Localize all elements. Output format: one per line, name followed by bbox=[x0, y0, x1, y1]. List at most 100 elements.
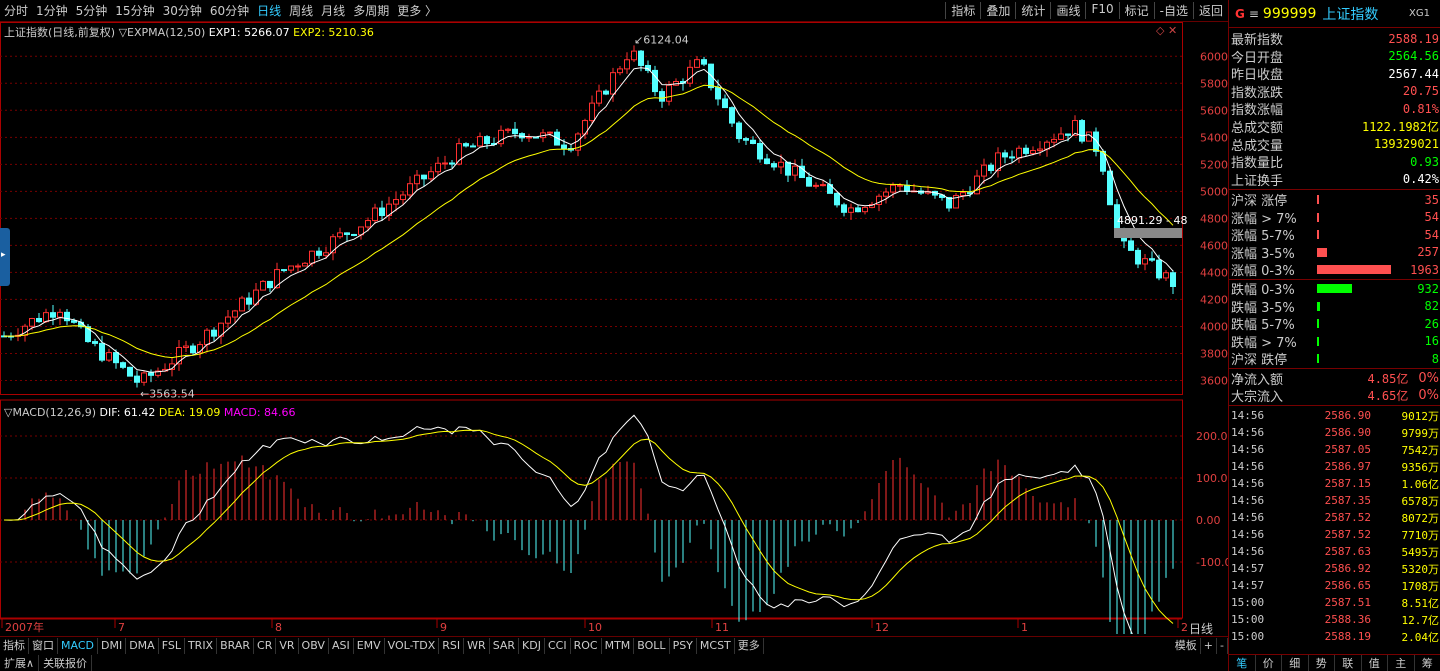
indicator-tab-23[interactable]: MCST bbox=[697, 637, 735, 654]
candle-down bbox=[1065, 133, 1071, 136]
tick-row: 14:56 2587.52 7710万 bbox=[1231, 526, 1439, 543]
stat-row: 总成交量 139329021 bbox=[1231, 136, 1439, 154]
breadth-label: 沪深 跌停 bbox=[1231, 353, 1288, 368]
candle-down bbox=[603, 90, 609, 95]
tab-timeframe-2[interactable]: 5分钟 bbox=[72, 2, 112, 19]
tool-button-2[interactable]: 统计 bbox=[1015, 2, 1050, 19]
candle-up bbox=[400, 194, 406, 201]
candle-down bbox=[281, 269, 287, 272]
candle-up bbox=[792, 165, 798, 176]
side-period-label[interactable]: 日线 bbox=[1189, 620, 1213, 637]
indicator-tab-22[interactable]: PSY bbox=[670, 637, 697, 654]
tab-timeframe-7[interactable]: 周线 bbox=[285, 2, 317, 19]
breadth-value: 54 bbox=[1424, 210, 1439, 225]
tab-timeframe-5[interactable]: 60分钟 bbox=[206, 2, 253, 19]
tick-price: 2588.19 bbox=[1324, 630, 1371, 644]
logo-icon[interactable]: G bbox=[1235, 7, 1245, 21]
candle-down bbox=[904, 184, 910, 192]
tick-price: 2586.97 bbox=[1324, 460, 1371, 474]
tool-button-6[interactable]: -自选 bbox=[1153, 2, 1193, 19]
macd-tick-label: 100.0 bbox=[1196, 472, 1228, 485]
candle-up bbox=[890, 184, 896, 193]
collapse-handle[interactable]: ▸ bbox=[0, 228, 10, 286]
indicator-tab-9[interactable]: VR bbox=[276, 637, 299, 654]
kline-chart[interactable]: 6000 5800 5600 5400 5200 5000 4800 4600 4400 4200… bbox=[0, 22, 1231, 671]
tool-button-5[interactable]: 标记 bbox=[1118, 2, 1154, 19]
tick-row: 14:56 2587.35 6578万 bbox=[1231, 492, 1439, 509]
tab-timeframe-9[interactable]: 多周期 bbox=[349, 2, 393, 19]
tab-timeframe-3[interactable]: 15分钟 bbox=[111, 2, 158, 19]
macd-tick-label: 200.0 bbox=[1196, 430, 1228, 443]
indicator-tab-11[interactable]: ASI bbox=[329, 637, 354, 654]
indicator-tab-6[interactable]: TRIX bbox=[185, 637, 218, 654]
indicator-tab-21[interactable]: BOLL bbox=[634, 637, 670, 654]
candle-down bbox=[771, 163, 777, 168]
indicator-tab-13[interactable]: VOL-TDX bbox=[385, 637, 440, 654]
indicator-tab-3[interactable]: DMI bbox=[98, 637, 127, 654]
bottom-link-1[interactable]: 关联报价 bbox=[39, 654, 93, 671]
indicator-tab-15[interactable]: WR bbox=[464, 637, 490, 654]
legend-exp2: EXP2: 5210.36 bbox=[293, 26, 374, 39]
tick-row: 14:56 2587.05 7542万 bbox=[1231, 441, 1439, 458]
xg1-tag[interactable]: XG1 bbox=[1409, 8, 1430, 19]
indicator-tab-5[interactable]: FSL bbox=[159, 637, 185, 654]
tool-button-3[interactable]: 画线 bbox=[1050, 2, 1085, 19]
indicator-tab-7[interactable]: BRAR bbox=[217, 637, 255, 654]
indicator-tab-2[interactable]: MACD bbox=[58, 637, 98, 654]
stock-name: 上证指数 bbox=[1322, 6, 1379, 23]
macd-indicator[interactable]: ▽MACD(12,26,9) bbox=[4, 406, 96, 419]
candle-down bbox=[379, 207, 385, 217]
indicator-tab-12[interactable]: EMV bbox=[354, 637, 385, 654]
indicator-tab-19[interactable]: ROC bbox=[571, 637, 602, 654]
indicator-tab-18[interactable]: CCI bbox=[545, 637, 571, 654]
template-control-2[interactable]: - bbox=[1217, 637, 1228, 654]
indicator-tab-10[interactable]: OBV bbox=[299, 637, 329, 654]
tab-timeframe-10[interactable]: 更多 〉 bbox=[393, 2, 441, 19]
indicator-tab-0[interactable]: 指标 bbox=[0, 637, 29, 654]
tick-price: 2586.92 bbox=[1324, 562, 1371, 576]
indicator-tab-24[interactable]: 更多 bbox=[735, 637, 764, 654]
candle-up bbox=[204, 329, 210, 346]
tab-timeframe-0[interactable]: 分时 bbox=[0, 2, 32, 19]
tick-volume: 6578万 bbox=[1401, 494, 1440, 508]
quote-tab-5[interactable]: 值 bbox=[1362, 655, 1388, 671]
tick-volume: 1.06亿 bbox=[1401, 477, 1440, 491]
quote-tab-7[interactable]: 筹 bbox=[1415, 655, 1440, 671]
indicator-tab-1[interactable]: 窗口 bbox=[29, 637, 58, 654]
indicator-tab-17[interactable]: KDJ bbox=[519, 637, 545, 654]
tool-button-1[interactable]: 叠加 bbox=[980, 2, 1015, 19]
tick-price: 2587.05 bbox=[1324, 443, 1371, 457]
breadth-bar bbox=[1317, 319, 1319, 329]
indicator-tab-20[interactable]: MTM bbox=[602, 637, 635, 654]
tab-timeframe-1[interactable]: 1分钟 bbox=[32, 2, 72, 19]
tab-timeframe-8[interactable]: 月线 bbox=[317, 2, 349, 19]
tool-button-7[interactable]: 返回 bbox=[1192, 2, 1228, 19]
quote-tab-6[interactable]: 主 bbox=[1388, 655, 1415, 671]
breadth-label: 跌幅 > 7% bbox=[1231, 335, 1297, 351]
legend-icons[interactable]: ◇ ✕ bbox=[1156, 24, 1177, 37]
template-control-1[interactable]: + bbox=[1201, 637, 1218, 654]
indicator-tab-8[interactable]: CR bbox=[254, 637, 277, 654]
quote-tab-3[interactable]: 势 bbox=[1309, 655, 1335, 671]
menu-icon[interactable]: ≡ bbox=[1249, 7, 1259, 21]
tool-button-0[interactable]: 指标 bbox=[945, 2, 980, 19]
candle-up bbox=[666, 84, 672, 102]
template-control-0[interactable]: 模板 bbox=[1172, 637, 1201, 654]
bottom-link-0[interactable]: 扩展∧ bbox=[0, 654, 40, 671]
indicator-tab-4[interactable]: DMA bbox=[126, 637, 159, 654]
period-toolbar: 分时 1分钟 5分钟 15分钟 30分钟 60分钟 日线 周线 月线 多周期 更多 〉 指标 叠加 统计… bbox=[0, 0, 1228, 22]
tool-button-4[interactable]: F10 bbox=[1085, 2, 1118, 19]
candle-down bbox=[736, 122, 742, 140]
breadth-value: 82 bbox=[1424, 299, 1439, 314]
indicator-tab-16[interactable]: SAR bbox=[490, 637, 520, 654]
quote-tab-1[interactable]: 价 bbox=[1256, 655, 1282, 671]
quote-tab-4[interactable]: 联 bbox=[1335, 655, 1362, 671]
candle-down bbox=[421, 174, 427, 180]
tab-timeframe-6[interactable]: 日线 bbox=[253, 2, 285, 19]
quote-tab-2[interactable]: 细 bbox=[1282, 655, 1309, 671]
quote-tab-0[interactable]: 笔 bbox=[1229, 655, 1256, 671]
indicator-tab-14[interactable]: RSI bbox=[439, 637, 465, 654]
tab-timeframe-4[interactable]: 30分钟 bbox=[159, 2, 206, 19]
breadth-bar bbox=[1317, 195, 1319, 205]
legend-indicator[interactable]: ▽EXPMA(12,50) bbox=[119, 26, 206, 39]
